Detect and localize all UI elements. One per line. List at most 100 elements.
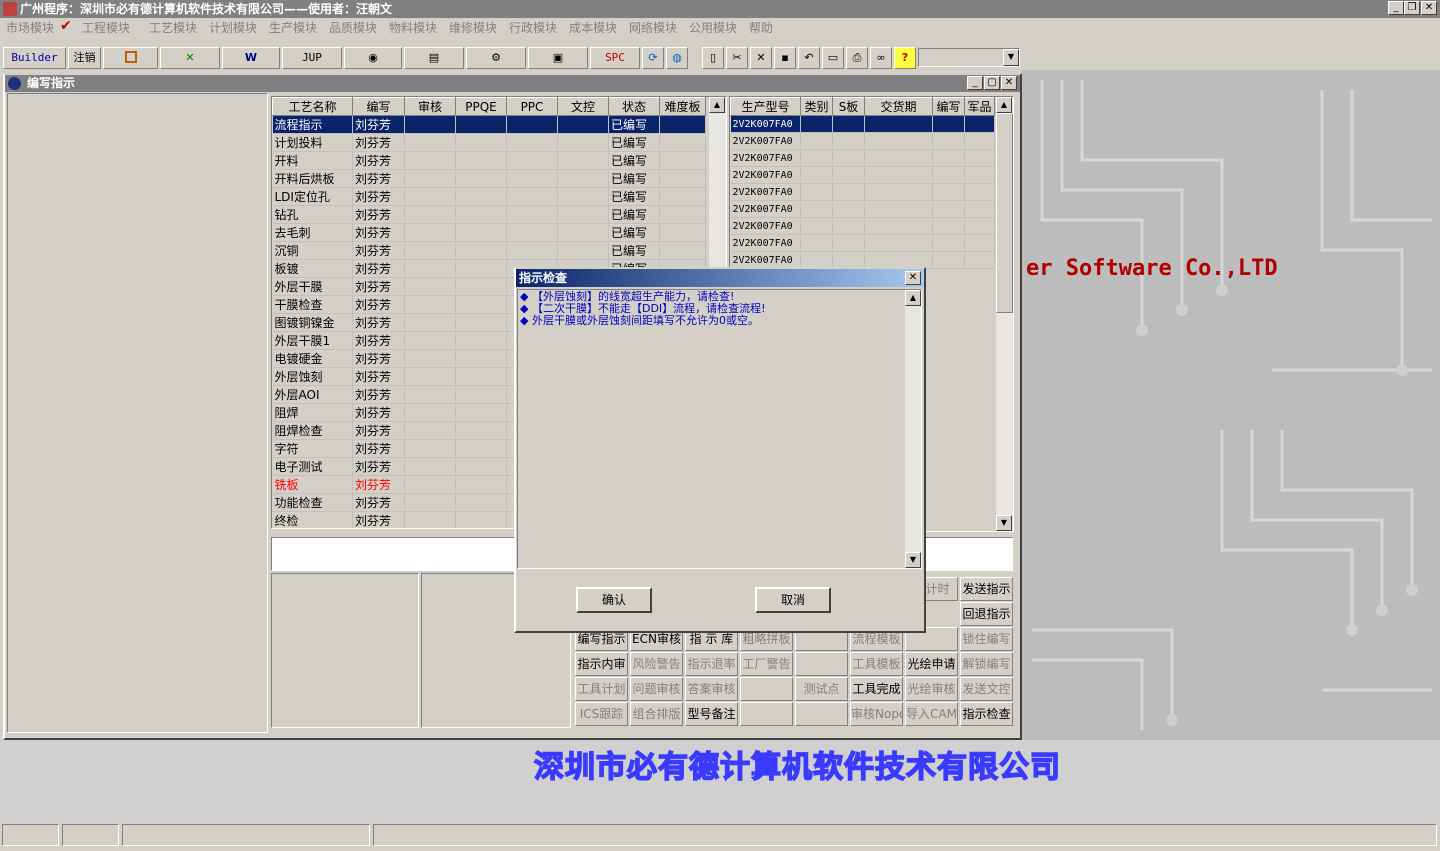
help-button[interactable]: ? — [894, 47, 916, 69]
scroll-up-icon[interactable]: ▲ — [905, 290, 921, 306]
menu-market[interactable]: 市场模块 — [6, 19, 54, 36]
cmd-lock-writing[interactable]: 锁住编写 — [960, 627, 1013, 651]
spc-button[interactable]: SPC — [590, 47, 640, 69]
logout-button[interactable]: 注销 — [68, 47, 101, 69]
cmd-photoplot-review[interactable]: 光绘审核 — [905, 677, 958, 701]
cut-button[interactable]: ✂ — [726, 47, 748, 69]
cmd-unlock-writing[interactable]: 解锁编写 — [960, 652, 1013, 676]
model-header-cell[interactable]: 编写 — [932, 97, 965, 116]
cmd-blank-3-4[interactable] — [795, 652, 848, 676]
cmd-import-cam[interactable]: 导入CAM — [905, 702, 958, 726]
menu-help[interactable]: 帮助 — [749, 19, 773, 36]
cmd-return-rate[interactable]: 指示退率 — [685, 652, 738, 676]
menu-network[interactable]: 网络模块 — [629, 19, 677, 36]
report-button[interactable] — [103, 47, 158, 69]
undo-button[interactable]: ↶ — [798, 47, 820, 69]
table-row[interactable]: 2V2K007FA0 — [730, 251, 995, 269]
table-row[interactable]: 2V2K007FA0 — [730, 217, 995, 235]
view-button[interactable]: ◉ — [344, 47, 402, 69]
cmd-answer-review[interactable]: 答案审核 — [685, 677, 738, 701]
table-row[interactable]: 2V2K007FA0 — [730, 183, 995, 201]
dialog-scrollbar[interactable]: ▲ ▼ — [905, 290, 921, 568]
dialog-close-button[interactable]: ✕ — [905, 271, 921, 285]
cmd-test-point[interactable]: 测试点 — [795, 677, 848, 701]
table-row[interactable]: 2V2K007FA0 — [730, 166, 995, 184]
cmd-ics-tracking[interactable]: ICS跟踪 — [575, 702, 628, 726]
menu-cost[interactable]: 成本模块 — [569, 19, 617, 36]
cancel-button[interactable]: 取消 — [755, 587, 831, 613]
scroll-up-icon[interactable]: ▲ — [709, 97, 725, 113]
cmd-question-review[interactable]: 问题审核 — [630, 677, 683, 701]
computer-button[interactable]: ▣ — [528, 47, 588, 69]
tools-button[interactable]: ⚙ — [466, 47, 526, 69]
left-panel[interactable] — [7, 93, 268, 733]
ok-button[interactable]: 确认 — [576, 587, 652, 613]
restore-button[interactable]: ❐ — [1404, 1, 1420, 15]
cmd-return-instruction[interactable]: 回退指示 — [960, 602, 1013, 626]
child-minimize-button[interactable]: _ — [967, 76, 983, 90]
delete-button[interactable]: ✕ — [750, 47, 772, 69]
table-row[interactable]: 计划投料 刘芬芳 已编写 — [272, 133, 706, 152]
model-header-cell[interactable]: 生产型号 — [730, 97, 801, 116]
cmd-tool-plan[interactable]: 工具计划 — [575, 677, 628, 701]
new-button[interactable]: ▯ — [702, 47, 724, 69]
cmd-model-remark[interactable]: 型号备注 — [685, 702, 738, 726]
model-header-cell[interactable]: 军品 — [964, 97, 995, 116]
model-grid-scrollbar[interactable]: ▲ ▼ — [996, 97, 1013, 531]
process-header-cell[interactable]: 编写 — [352, 97, 405, 116]
cmd-combined-layout[interactable]: 组合排版 — [630, 702, 683, 726]
child-restore-button[interactable]: ▢ — [984, 76, 1000, 90]
table-row[interactable]: 2V2K007FA0 — [730, 234, 995, 252]
process-header-cell[interactable]: PPC — [506, 97, 558, 116]
cmd-review-nope[interactable]: 审核Nope — [850, 702, 903, 726]
jup-button[interactable]: JUP — [282, 47, 342, 69]
model-header-cell[interactable]: S板 — [832, 97, 865, 116]
cmd-blank-5-4[interactable] — [795, 702, 848, 726]
find-button[interactable]: ∞ — [870, 47, 892, 69]
excel-button[interactable]: ✕ — [160, 47, 220, 69]
menu-process[interactable]: 工艺模块 — [149, 19, 197, 36]
table-row[interactable]: 2V2K007FA0 — [730, 200, 995, 218]
table-row[interactable]: 去毛刺 刘芬芳 已编写 — [272, 223, 706, 242]
table-row[interactable]: 开料 刘芬芳 已编写 — [272, 151, 706, 170]
menu-material[interactable]: 物料模块 — [389, 19, 437, 36]
minimize-button[interactable]: _ — [1388, 1, 1404, 15]
menu-quality[interactable]: 品质模块 — [329, 19, 377, 36]
globe-button[interactable]: ◍ — [666, 47, 688, 69]
table-row[interactable]: 钻孔 刘芬芳 已编写 — [272, 205, 706, 224]
close-button[interactable]: ✕ — [1421, 1, 1437, 15]
preview-button[interactable]: ▭ — [822, 47, 844, 69]
save-button[interactable]: ▪ — [774, 47, 796, 69]
process-header-cell[interactable]: 难度板 — [659, 97, 706, 116]
dialog-message-box[interactable]: ◆ 【外层蚀刻】的线宽超生产能力，请检查! ◆ 【二次干膜】不能走【DDI】流程… — [517, 289, 922, 569]
process-header-cell[interactable]: PPQE — [455, 97, 507, 116]
cmd-instruction-check[interactable]: 指示检查 — [960, 702, 1013, 726]
builder-button[interactable]: Builder — [3, 47, 66, 69]
print-button[interactable]: ⎙ — [846, 47, 868, 69]
table-row[interactable]: 2V2K007FA0 — [730, 132, 995, 150]
table-row[interactable]: 2V2K007FA0 — [730, 115, 995, 133]
menu-admin[interactable]: 行政模块 — [509, 19, 557, 36]
toolbar-combo[interactable]: ▼ — [918, 48, 1020, 67]
cmd-blank-5-3[interactable] — [740, 702, 793, 726]
table-row[interactable]: 流程指示 刘芬芳 已编写 — [272, 115, 706, 134]
cmd-send-instruction[interactable]: 发送指示 — [960, 577, 1013, 601]
cmd-send-doc-control[interactable]: 发送文控 — [960, 677, 1013, 701]
table-row[interactable]: 2V2K007FA0 — [730, 149, 995, 167]
word-button[interactable]: W — [222, 47, 280, 69]
menu-common[interactable]: 公用模块 — [689, 19, 737, 36]
menu-maintenance[interactable]: 维修模块 — [449, 19, 497, 36]
menu-plan[interactable]: 计划模块 — [209, 19, 257, 36]
table-row[interactable]: LDI定位孔 刘芬芳 已编写 — [272, 187, 706, 206]
child-close-button[interactable]: ✕ — [1001, 76, 1017, 90]
scroll-up-icon[interactable]: ▲ — [996, 97, 1012, 113]
model-header-cell[interactable]: 类别 — [800, 97, 833, 116]
cmd-risk-warning[interactable]: 风险警告 — [630, 652, 683, 676]
cmd-blank-4-3[interactable] — [740, 677, 793, 701]
process-header-cell[interactable]: 工艺名称 — [272, 97, 353, 116]
lower-left-panel[interactable] — [271, 573, 419, 728]
cmd-factory-warning[interactable]: 工厂警告 — [740, 652, 793, 676]
chevron-down-icon[interactable]: ▼ — [1003, 49, 1019, 66]
table-row[interactable]: 沉铜 刘芬芳 已编写 — [272, 241, 706, 260]
process-header-cell[interactable]: 文控 — [557, 97, 609, 116]
